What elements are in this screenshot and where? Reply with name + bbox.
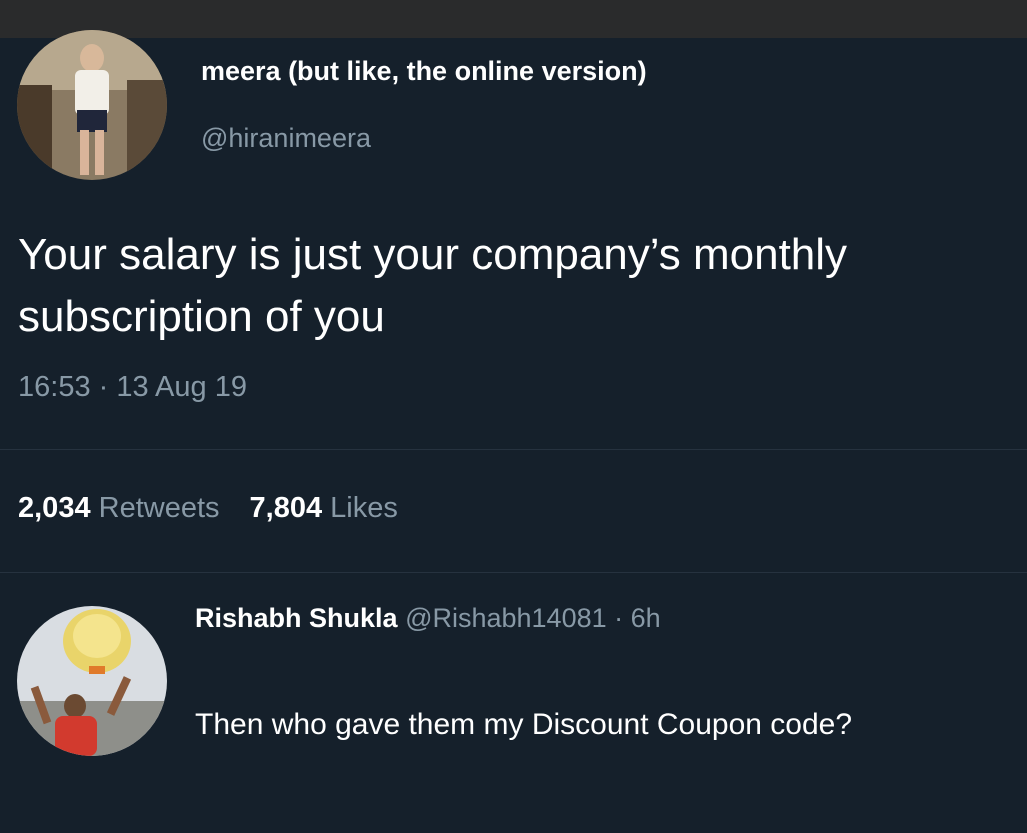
reply-header: Rishabh Shukla @Rishabh14081 · 6h (195, 603, 661, 634)
author-avatar[interactable] (17, 30, 167, 180)
reply-author-avatar[interactable] (17, 606, 167, 756)
tweet-text-line-1: Your salary is just your company’s month… (18, 230, 848, 279)
tweet-timestamp[interactable]: 16:53 · 13 Aug 19 (18, 371, 247, 404)
divider (0, 572, 1027, 573)
retweets-label: Retweets (98, 492, 220, 524)
retweets-stat[interactable]: 2,034 Retweets (18, 492, 220, 524)
reply-text: Then who gave them my Discount Coupon co… (195, 708, 853, 741)
author-handle[interactable]: @hiranimeera (201, 123, 371, 154)
likes-label: Likes (330, 492, 398, 524)
likes-count: 7,804 (249, 492, 323, 524)
engagement-stats: 2,034 Retweets 7,804 Likes (18, 492, 398, 525)
divider (0, 449, 1027, 450)
author-avatar-image (17, 30, 167, 180)
reply-separator: · (614, 603, 624, 633)
author-display-name[interactable]: meera (but like, the online version) (201, 56, 647, 87)
likes-stat[interactable]: 7,804 Likes (250, 492, 398, 524)
tweet-text-line-2: subscription of you (18, 292, 385, 341)
reply-time[interactable]: 6h (631, 603, 661, 633)
reply-author-name[interactable]: Rishabh Shukla (195, 603, 398, 633)
top-bar (0, 0, 1027, 38)
retweets-count: 2,034 (18, 492, 91, 524)
reply-avatar-image (17, 606, 167, 756)
reply-author-handle[interactable]: @Rishabh14081 (405, 603, 607, 633)
tweet-text: Your salary is just your company’s month… (18, 224, 1018, 348)
